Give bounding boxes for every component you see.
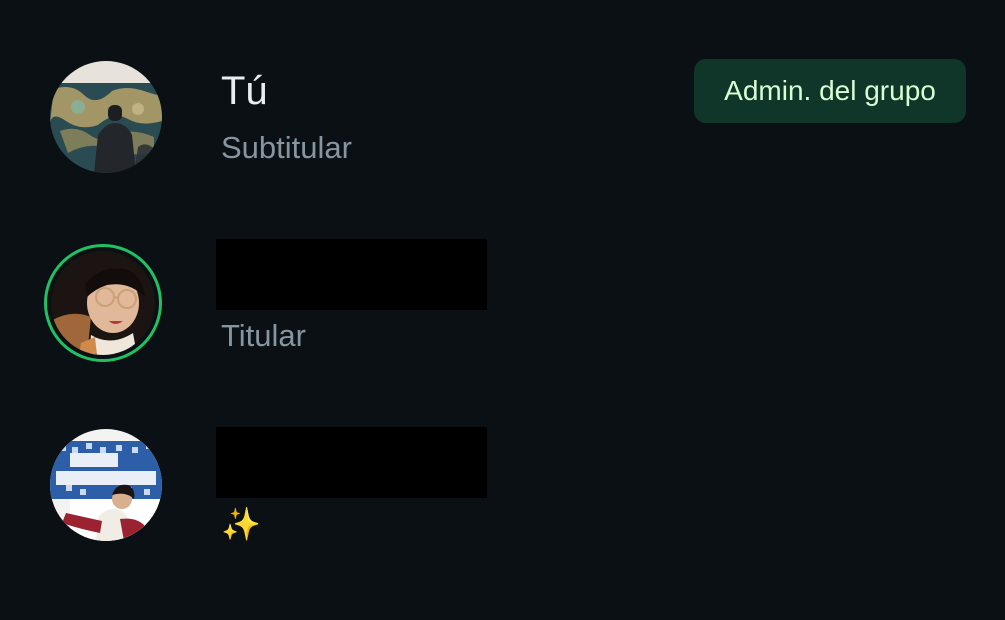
birthday-photo-icon — [50, 429, 162, 541]
sparkles-subtitle: ✨ — [221, 505, 261, 543]
member-row[interactable]: ✨ — [0, 400, 1005, 590]
group-admin-badge: Admin. del grupo — [694, 59, 966, 123]
member-subtitle: Titular — [221, 318, 306, 353]
member-row[interactable]: Titular — [0, 212, 1005, 402]
group-member-list: Tú Subtitular Admin. del grupo Titular ✨ — [0, 0, 1005, 620]
world-map-photo-icon — [50, 61, 162, 173]
avatar[interactable] — [50, 61, 162, 173]
avatar[interactable] — [50, 429, 162, 541]
portrait-photo-icon — [51, 251, 155, 355]
redacted-member-name — [216, 427, 487, 498]
member-name: Tú — [221, 69, 268, 113]
member-row-you[interactable]: Tú Subtitular Admin. del grupo — [0, 24, 1005, 214]
avatar[interactable] — [51, 251, 155, 355]
redacted-member-name — [216, 239, 487, 310]
member-subtitle: Subtitular — [221, 130, 352, 165]
